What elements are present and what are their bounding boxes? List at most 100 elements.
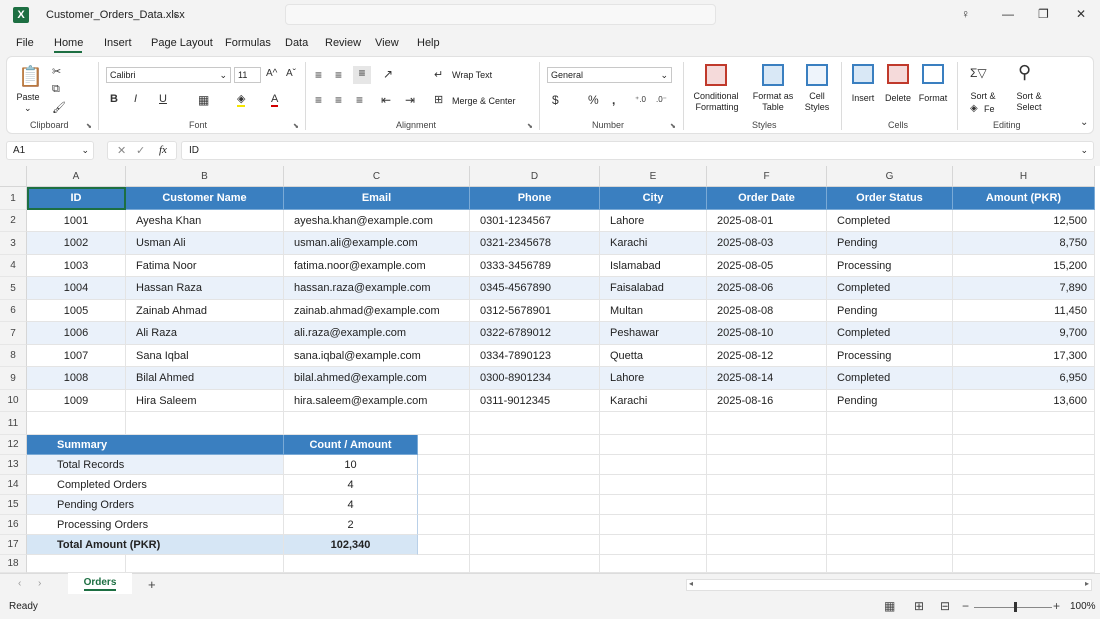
table-header-cell[interactable]: Order Date — [707, 187, 827, 210]
table-header-cell[interactable]: Customer Name — [126, 187, 284, 210]
table-cell[interactable]: 1009 — [27, 390, 126, 412]
title-search-box[interactable] — [285, 4, 716, 25]
dialog-launcher-icon[interactable]: ⬊ — [527, 122, 533, 130]
table-cell[interactable]: Zainab Ahmad — [126, 300, 284, 322]
grid-cell[interactable] — [126, 412, 284, 435]
menu-file[interactable]: File — [16, 37, 34, 49]
row-header[interactable]: 7 — [0, 322, 27, 345]
column-header[interactable]: H — [953, 166, 1095, 187]
grid-cell[interactable] — [707, 535, 827, 555]
table-cell[interactable]: Islamabad — [600, 255, 707, 277]
table-cell[interactable]: 11,450 — [953, 300, 1095, 322]
row-header[interactable]: 3 — [0, 232, 27, 255]
grid-cell[interactable] — [827, 555, 953, 573]
row-header[interactable]: 10 — [0, 390, 27, 412]
table-cell[interactable]: ayesha.khan@example.com — [284, 210, 470, 232]
menu-insert[interactable]: Insert — [104, 37, 132, 49]
decrease-decimal-icon[interactable]: .0⁻ — [656, 95, 667, 104]
grid-cell[interactable] — [600, 495, 707, 515]
summary-label[interactable]: Processing Orders — [27, 515, 284, 535]
grid-cell[interactable] — [707, 435, 827, 455]
decrease-indent-icon[interactable]: ⇤ — [381, 93, 391, 107]
grid-cell[interactable] — [707, 412, 827, 435]
scroll-right-icon[interactable]: ▸ — [1085, 579, 1089, 588]
file-title[interactable]: Customer_Orders_Data.xlsx — [46, 9, 185, 21]
name-box[interactable]: A1 ⌄ — [6, 141, 94, 160]
wrap-text-button[interactable]: Wrap Text — [452, 70, 492, 80]
grid-cell[interactable] — [470, 455, 600, 475]
format-painter-icon[interactable]: 🖌 — [52, 101, 66, 114]
grid-cell[interactable] — [953, 435, 1095, 455]
table-cell[interactable]: Karachi — [600, 232, 707, 255]
table-cell[interactable]: 12,500 — [953, 210, 1095, 232]
conditional-formatting-label[interactable]: Conditional — [692, 91, 740, 101]
add-sheet-button[interactable]: + — [148, 577, 156, 592]
maximize-button[interactable]: ❐ — [1038, 7, 1049, 21]
find-select-label-2[interactable]: Select — [1013, 102, 1045, 112]
table-cell[interactable]: 2025-08-01 — [707, 210, 827, 232]
insert-cells-label[interactable]: Insert — [850, 93, 876, 103]
table-cell[interactable]: 17,300 — [953, 345, 1095, 367]
menu-home[interactable]: Home — [54, 37, 83, 49]
align-bottom-icon[interactable]: ≡ — [353, 66, 371, 84]
zoom-level[interactable]: 100% — [1070, 601, 1096, 612]
align-middle-icon[interactable]: ≡ — [335, 68, 342, 82]
table-cell[interactable]: 0345-4567890 — [470, 277, 600, 300]
format-cells-label[interactable]: Format — [918, 93, 948, 103]
dialog-launcher-icon[interactable]: ⬊ — [86, 122, 92, 130]
grid-cell[interactable] — [953, 455, 1095, 475]
delete-cells-icon[interactable] — [887, 64, 909, 84]
grid-cell[interactable] — [953, 495, 1095, 515]
borders-icon[interactable]: ▦ — [198, 93, 209, 107]
wrap-text-icon[interactable]: ↵ — [434, 68, 443, 81]
delete-cells-label[interactable]: Delete — [884, 93, 912, 103]
find-select-label[interactable]: Sort & — [1013, 91, 1045, 101]
table-cell[interactable]: 2025-08-08 — [707, 300, 827, 322]
table-cell[interactable]: 8,750 — [953, 232, 1095, 255]
table-cell[interactable]: 2025-08-03 — [707, 232, 827, 255]
fill-color-icon[interactable]: ◈ — [237, 93, 246, 107]
sort-filter-label[interactable]: Sort & — [968, 91, 998, 101]
format-as-table-label[interactable]: Format as — [752, 91, 794, 101]
table-header-cell[interactable]: Order Status — [827, 187, 953, 210]
orientation-icon[interactable]: ↗ — [383, 67, 393, 81]
grid-cell[interactable] — [827, 455, 953, 475]
grid-cell[interactable] — [953, 535, 1095, 555]
collapse-ribbon-icon[interactable]: ⌄ — [1080, 117, 1088, 128]
menu-data[interactable]: Data — [285, 37, 308, 49]
menu-formulas[interactable]: Formulas — [225, 37, 271, 49]
grid-cell[interactable] — [600, 475, 707, 495]
cut-icon[interactable]: ✂ — [52, 65, 61, 78]
table-cell[interactable]: 0333-3456789 — [470, 255, 600, 277]
grid-cell[interactable] — [600, 455, 707, 475]
grid-cell[interactable] — [827, 475, 953, 495]
next-sheet-icon[interactable]: › — [38, 578, 41, 589]
row-header[interactable]: 18 — [0, 555, 27, 573]
grid-cell[interactable] — [470, 475, 600, 495]
table-cell[interactable]: 1006 — [27, 322, 126, 345]
table-cell[interactable]: 1001 — [27, 210, 126, 232]
row-header[interactable]: 9 — [0, 367, 27, 390]
merge-center-icon[interactable]: ⊞ — [434, 93, 443, 106]
table-cell[interactable]: 0334-7890123 — [470, 345, 600, 367]
grid-cell[interactable] — [470, 555, 600, 573]
table-cell[interactable]: Completed — [827, 277, 953, 300]
close-button[interactable]: ✕ — [1076, 7, 1086, 21]
table-cell[interactable]: 0312-5678901 — [470, 300, 600, 322]
increase-indent-icon[interactable]: ⇥ — [405, 93, 415, 107]
table-cell[interactable]: Quetta — [600, 345, 707, 367]
menu-help[interactable]: Help — [417, 37, 440, 49]
grid-cell[interactable] — [953, 515, 1095, 535]
merge-center-button[interactable]: Merge & Center — [452, 96, 516, 106]
grid-cell[interactable] — [284, 412, 470, 435]
currency-icon[interactable]: $ — [552, 93, 559, 107]
zoom-slider[interactable] — [974, 607, 1052, 608]
zoom-in-button[interactable]: + — [1053, 599, 1060, 613]
italic-icon[interactable]: I — [134, 93, 137, 105]
table-header-cell[interactable]: Email — [284, 187, 470, 210]
dialog-launcher-icon[interactable]: ⬊ — [293, 122, 299, 130]
table-cell[interactable]: 2025-08-10 — [707, 322, 827, 345]
grid-cell[interactable] — [827, 515, 953, 535]
table-cell[interactable]: hassan.raza@example.com — [284, 277, 470, 300]
table-cell[interactable]: 2025-08-14 — [707, 367, 827, 390]
